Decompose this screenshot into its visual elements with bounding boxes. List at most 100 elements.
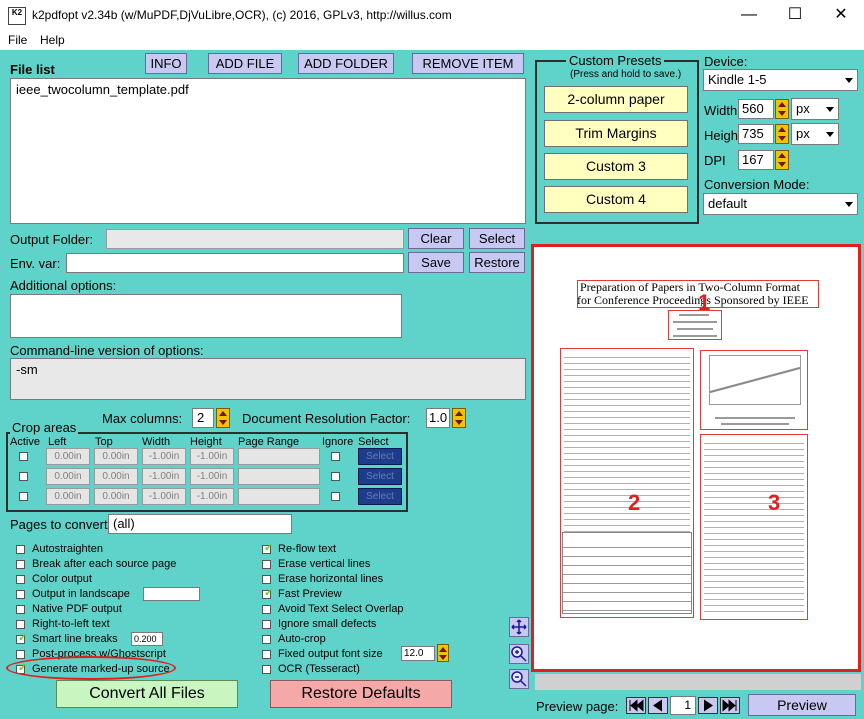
preset-custom-4-button[interactable]: Custom 4 <box>544 186 688 213</box>
crop-width-field[interactable]: -1.00in <box>142 468 186 485</box>
menu-help[interactable]: Help <box>40 33 65 47</box>
add-folder-button[interactable]: ADD FOLDER <box>298 53 394 74</box>
fast-preview-checkbox[interactable]: ✓ <box>262 587 273 599</box>
ghostscript-checkbox[interactable] <box>16 650 25 659</box>
minimize-button[interactable]: — <box>726 0 772 32</box>
smart-line-breaks-field[interactable]: 0.200 <box>131 632 163 646</box>
preset-custom-3-button[interactable]: Custom 3 <box>544 153 688 180</box>
maximize-button[interactable]: ☐ <box>772 0 818 32</box>
preset-2-column-button[interactable]: 2-column paper <box>544 86 688 113</box>
previous-page-icon[interactable] <box>648 697 668 714</box>
native-pdf-checkbox[interactable] <box>16 605 25 614</box>
crop-ignore-checkbox[interactable] <box>331 492 340 501</box>
preset-trim-margins-button[interactable]: Trim Margins <box>544 120 688 147</box>
pages-to-convert-field[interactable]: (all) <box>108 514 292 534</box>
spin-up-icon <box>778 153 786 158</box>
erase-horizontal-checkbox[interactable] <box>262 575 271 584</box>
avoid-overlap-checkbox[interactable] <box>262 605 271 614</box>
zoom-in-icon[interactable] <box>509 644 529 664</box>
zoom-out-icon[interactable] <box>509 669 529 689</box>
landscape-field[interactable] <box>143 587 200 601</box>
fixed-font-checkbox[interactable] <box>262 650 271 659</box>
env-var-field[interactable] <box>66 253 404 273</box>
additional-options-field[interactable] <box>10 294 402 338</box>
save-button[interactable]: Save <box>408 252 464 273</box>
resolution-factor-field[interactable]: 1.0 <box>426 408 450 428</box>
doc-line <box>673 335 717 337</box>
resolution-factor-spinner[interactable] <box>452 408 466 428</box>
crop-active-checkbox[interactable] <box>19 492 28 501</box>
convert-all-button[interactable]: Convert All Files <box>56 680 238 708</box>
crop-ignore-checkbox[interactable] <box>331 452 340 461</box>
reflow-text-checkbox[interactable]: ✓ <box>262 542 273 554</box>
autostraighten-checkbox[interactable] <box>16 545 25 554</box>
auto-crop-checkbox[interactable] <box>262 635 271 644</box>
crop-height-field[interactable]: -1.00in <box>190 488 234 505</box>
file-list-item[interactable]: ieee_twocolumn_template.pdf <box>16 82 520 97</box>
crop-width-field[interactable]: -1.00in <box>142 488 186 505</box>
smart-line-breaks-checkbox[interactable]: ✓ <box>16 632 27 644</box>
preview-scrollbar[interactable] <box>535 674 861 690</box>
select-folder-button[interactable]: Select <box>469 228 525 249</box>
restore-button[interactable]: Restore <box>469 252 525 273</box>
remove-item-button[interactable]: REMOVE ITEM <box>412 53 524 74</box>
crop-ignore-checkbox[interactable] <box>331 472 340 481</box>
info-button[interactable]: INFO <box>145 53 187 74</box>
color-output-checkbox[interactable] <box>16 575 25 584</box>
crop-page-range-field[interactable] <box>238 488 320 505</box>
conversion-mode-select[interactable]: default <box>703 193 858 215</box>
fit-page-icon[interactable] <box>509 617 529 637</box>
file-list-box[interactable]: ieee_twocolumn_template.pdf <box>10 78 526 224</box>
crop-top-field[interactable]: 0.00in <box>94 448 138 465</box>
app-icon: K2 <box>8 7 26 25</box>
clear-button[interactable]: Clear <box>408 228 464 249</box>
crop-left-field[interactable]: 0.00in <box>46 488 90 505</box>
ocr-checkbox[interactable] <box>262 665 271 674</box>
max-columns-field[interactable]: 2 <box>192 408 214 428</box>
restore-defaults-button[interactable]: Restore Defaults <box>270 680 452 708</box>
crop-active-checkbox[interactable] <box>19 472 28 481</box>
fixed-font-spinner[interactable] <box>437 644 449 662</box>
width-spinner[interactable] <box>775 99 789 119</box>
crop-page-range-field[interactable] <box>238 448 320 465</box>
right-to-left-checkbox[interactable] <box>16 620 25 629</box>
add-file-button[interactable]: ADD FILE <box>208 53 282 74</box>
max-columns-spinner[interactable] <box>216 408 230 428</box>
spin-down-icon <box>778 136 786 141</box>
crop-top-field[interactable]: 0.00in <box>94 488 138 505</box>
landscape-checkbox[interactable] <box>16 590 25 599</box>
break-after-page-checkbox[interactable] <box>16 560 25 569</box>
preview-button[interactable]: Preview <box>748 694 856 716</box>
first-page-icon[interactable] <box>626 697 646 714</box>
dpi-spinner[interactable] <box>775 150 789 170</box>
crop-width-field[interactable]: -1.00in <box>142 448 186 465</box>
erase-vertical-checkbox[interactable] <box>262 560 271 569</box>
crop-left-field[interactable]: 0.00in <box>46 468 90 485</box>
width-field[interactable]: 560 <box>738 99 774 119</box>
height-field[interactable]: 735 <box>738 124 774 144</box>
crop-page-range-field[interactable] <box>238 468 320 485</box>
output-folder-field[interactable] <box>106 229 404 249</box>
dpi-field[interactable]: 167 <box>738 150 774 170</box>
crop-select-button[interactable]: Select <box>358 448 402 465</box>
command-line-field[interactable]: -sm <box>10 358 526 400</box>
menu-file[interactable]: File <box>8 33 27 47</box>
crop-active-checkbox[interactable] <box>19 452 28 461</box>
crop-height-field[interactable]: -1.00in <box>190 448 234 465</box>
crop-height-field[interactable]: -1.00in <box>190 468 234 485</box>
crop-left-field[interactable]: 0.00in <box>46 448 90 465</box>
device-select[interactable]: Kindle 1-5 <box>703 69 858 91</box>
ignore-defects-checkbox[interactable] <box>262 620 271 629</box>
crop-top-field[interactable]: 0.00in <box>94 468 138 485</box>
spin-down-icon <box>439 655 447 660</box>
height-unit-select[interactable]: px <box>791 123 839 145</box>
crop-select-button[interactable]: Select <box>358 468 402 485</box>
height-spinner[interactable] <box>775 124 789 144</box>
close-button[interactable]: ✕ <box>818 0 864 32</box>
preview-page-field[interactable]: 1 <box>670 696 696 715</box>
next-page-icon[interactable] <box>698 697 718 714</box>
width-unit-select[interactable]: px <box>791 98 839 120</box>
last-page-icon[interactable] <box>720 697 740 714</box>
crop-select-button[interactable]: Select <box>358 488 402 505</box>
fixed-font-field[interactable]: 12.0 <box>401 646 435 661</box>
